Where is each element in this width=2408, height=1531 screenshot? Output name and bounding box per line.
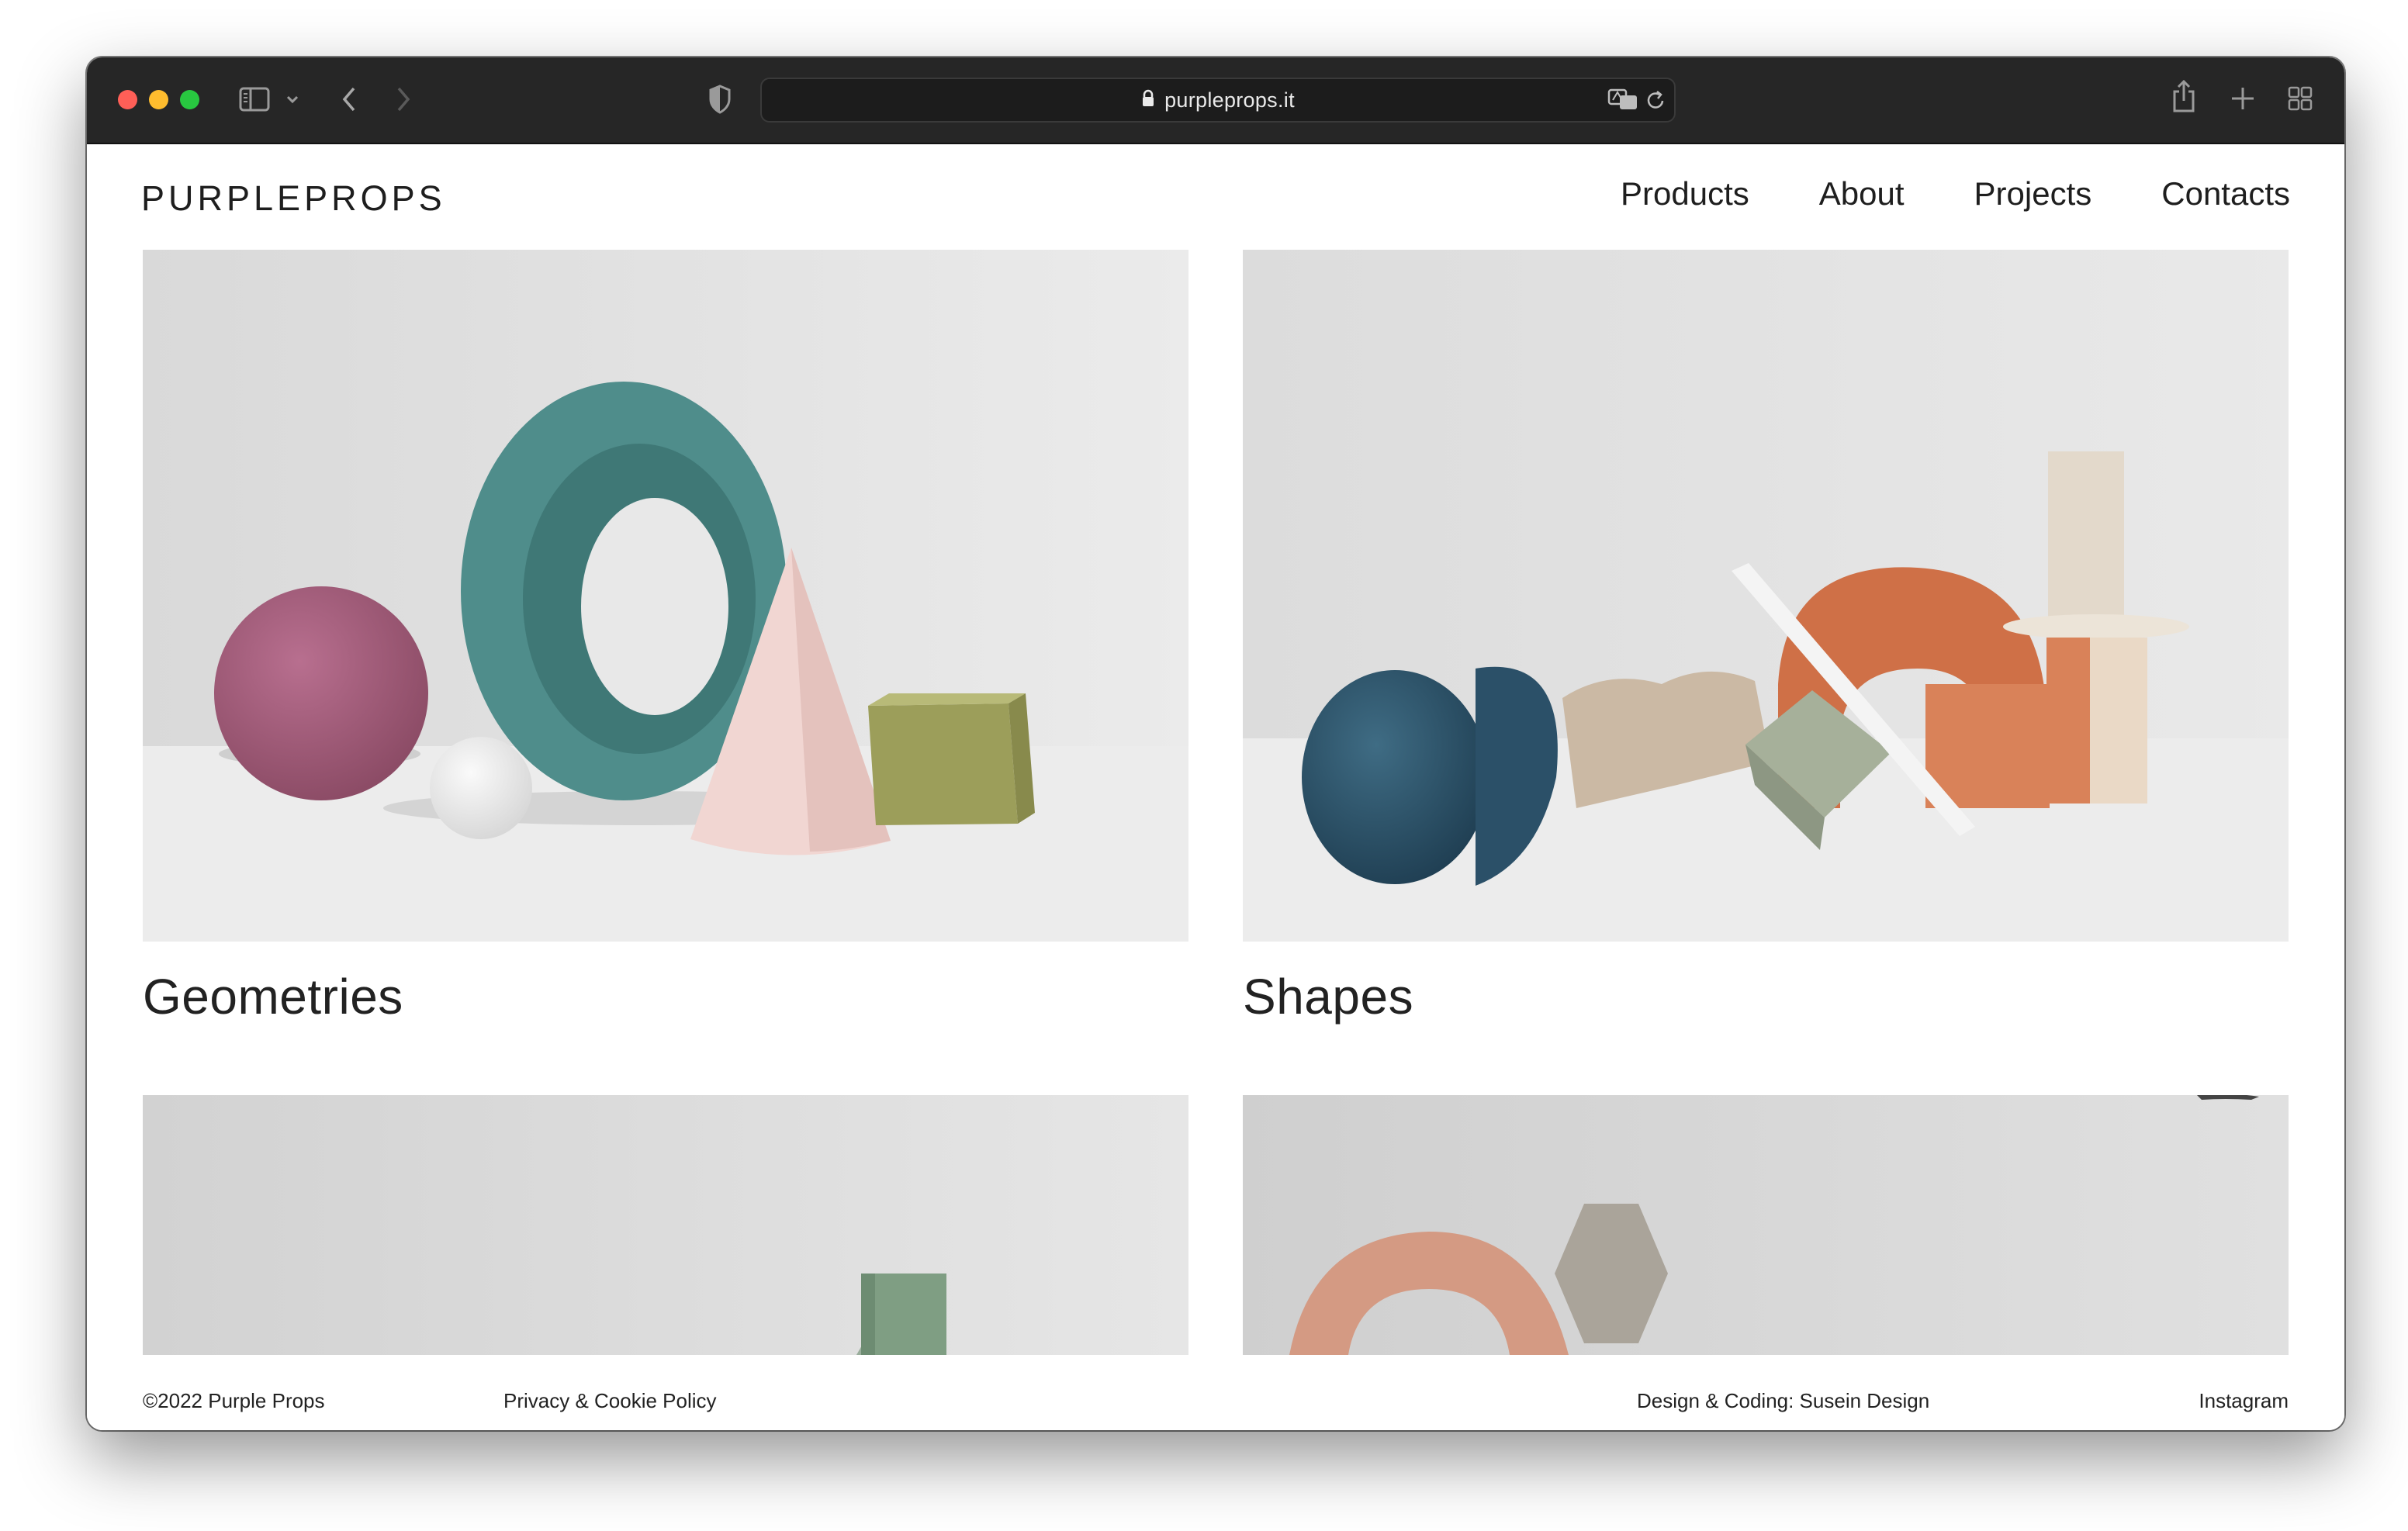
nav-projects[interactable]: Projects	[1974, 175, 2092, 213]
tab-overview-icon[interactable]	[2287, 85, 2313, 112]
share-icon[interactable]	[2171, 79, 2197, 113]
nav-products[interactable]: Products	[1621, 175, 1749, 213]
product-card-3[interactable]	[143, 1095, 1188, 1355]
card-title[interactable]: Geometries	[143, 968, 403, 1025]
zoom-window-button[interactable]	[180, 90, 199, 109]
credits-link[interactable]: Design & Coding: Susein Design	[1637, 1389, 1929, 1413]
back-icon[interactable]	[340, 85, 358, 113]
translate-icon[interactable]	[1607, 88, 1638, 115]
close-window-button[interactable]	[118, 90, 137, 109]
geometries-image	[143, 250, 1188, 942]
site-footer: ©2022 Purple Props Privacy & Cookie Poli…	[87, 1370, 2344, 1430]
product-card-4[interactable]	[1243, 1095, 2289, 1355]
instagram-link[interactable]: Instagram	[2199, 1389, 2289, 1413]
forward-icon[interactable]	[394, 85, 413, 113]
sidebar-icon[interactable]	[239, 85, 270, 113]
nav-contacts[interactable]: Contacts	[2161, 175, 2290, 213]
new-tab-icon[interactable]	[2230, 85, 2256, 112]
site-logo[interactable]: PURPLEPROPS	[141, 178, 446, 219]
main-nav: Products About Projects Contacts	[1621, 175, 2290, 213]
lock-icon	[1141, 89, 1155, 112]
address-bar[interactable]: purpleprops.it	[760, 78, 1676, 123]
product-card-geometries[interactable]: Geometries	[143, 250, 1188, 1180]
browser-toolbar: purpleprops.it	[87, 57, 2344, 144]
nav-about[interactable]: About	[1819, 175, 1905, 213]
product-image-3	[143, 1095, 1188, 1355]
card-title[interactable]: Shapes	[1243, 968, 1413, 1025]
url-text: purpleprops.it	[1164, 88, 1295, 112]
product-image-4	[1243, 1095, 2289, 1355]
privacy-link[interactable]: Privacy & Cookie Policy	[503, 1389, 717, 1413]
shield-icon[interactable]	[708, 84, 732, 115]
web-page: PURPLEPROPS Products About Projects Cont…	[87, 144, 2344, 1430]
minimize-window-button[interactable]	[149, 90, 168, 109]
product-card-shapes[interactable]: Shapes	[1243, 250, 2289, 1180]
copyright: ©2022 Purple Props	[143, 1389, 325, 1412]
browser-window: purpleprops.it PURPLEPROPS Products Abou…	[87, 57, 2344, 1430]
chevron-down-icon[interactable]	[285, 95, 299, 104]
shapes-image	[1243, 250, 2289, 942]
reload-icon[interactable]	[1645, 89, 1666, 115]
